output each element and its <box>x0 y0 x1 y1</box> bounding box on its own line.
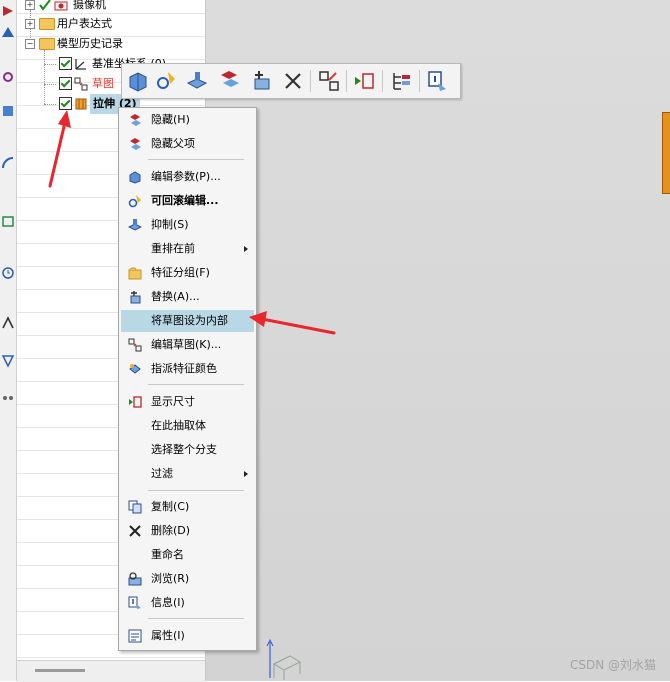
collapse-icon[interactable]: − <box>25 39 35 49</box>
tree-node-label: 模型历史记录 <box>57 37 123 50</box>
properties-icon <box>128 629 142 643</box>
menu-item-information[interactable]: 信息(I) <box>121 592 254 614</box>
edit-sketch-icon[interactable] <box>317 69 341 93</box>
extrude-body[interactable] <box>662 112 670 194</box>
delete-icon[interactable] <box>281 69 305 93</box>
replace-icon <box>130 291 141 304</box>
clock-icon[interactable] <box>1 266 15 280</box>
menu-item-show-dimensions[interactable]: 显示尺寸 <box>121 391 254 413</box>
process-studio-icon[interactable] <box>1 316 15 330</box>
toolbar-separator <box>310 70 311 92</box>
visibility-checkbox[interactable] <box>59 77 72 90</box>
assembly-navigator-icon[interactable] <box>1 4 15 18</box>
tree-node-model-history[interactable]: − 模型历史记录 <box>17 34 205 54</box>
menu-item-make-sketch-internal[interactable]: 将草图设为内部 <box>121 310 254 332</box>
toolbar-separator <box>419 70 420 92</box>
suppress-icon[interactable] <box>185 69 209 93</box>
constraint-navigator-icon[interactable] <box>1 24 15 38</box>
menu-item-select-whole-branch[interactable]: 选择整个分支 <box>121 439 254 461</box>
navigator-footer <box>17 660 205 682</box>
menu-item-feature-group[interactable]: 特征分组(F) <box>121 262 254 284</box>
show-dimensions-icon <box>129 396 142 408</box>
submenu-arrow-icon <box>244 471 248 477</box>
menu-item-edit-parameters[interactable]: 编辑参数(P)... <box>121 166 254 188</box>
menu-separator <box>148 490 244 491</box>
browse-icon <box>128 572 142 586</box>
tree-node-label: 草图 <box>92 77 114 90</box>
folder-icon <box>39 18 55 30</box>
menu-item-suppress[interactable]: 抑制(S) <box>121 214 254 236</box>
graphics-window[interactable] <box>206 0 670 681</box>
menu-item-filter[interactable]: 过滤 <box>121 463 254 485</box>
datum-csys-icon <box>75 59 86 70</box>
tree-node-user-expressions[interactable]: + 用户表达式 <box>17 14 205 34</box>
menu-separator <box>148 159 244 160</box>
menu-separator <box>148 618 244 619</box>
tree-node-label: 用户表达式 <box>57 17 112 30</box>
context-menu: 隐藏(H) 隐藏父项 编辑参数(P)... 可回滚编辑... 抑制(S) 重排在… <box>118 107 257 651</box>
edit-parameters-icon <box>129 171 141 184</box>
part-navigator-icon[interactable] <box>1 70 15 84</box>
menu-item-reorder-before[interactable]: 重排在前 <box>121 238 254 260</box>
horizontal-scrollbar[interactable] <box>35 669 85 672</box>
submenu-arrow-icon <box>244 246 248 252</box>
copy-icon <box>128 500 142 514</box>
selection-mini-toolbar <box>121 63 461 99</box>
show-dimensions-icon[interactable] <box>352 69 376 93</box>
roles-icon[interactable] <box>1 354 15 368</box>
toolbar-separator <box>346 70 347 92</box>
delete-icon <box>129 525 141 537</box>
annotation-arrow-icon <box>48 110 71 188</box>
information-icon <box>128 596 141 609</box>
annotation-arrow-icon <box>249 311 336 335</box>
camera-icon <box>54 1 68 11</box>
assign-color-icon <box>129 364 141 374</box>
menu-item-edit-sketch[interactable]: 编辑草图(K)... <box>121 334 254 356</box>
folder-open-icon <box>39 38 55 50</box>
left-resource-bar <box>0 0 17 681</box>
menu-item-hide-parents[interactable]: 隐藏父项 <box>121 133 254 155</box>
menu-item-edit-with-rollback[interactable]: 可回滚编辑... <box>121 190 254 212</box>
menu-item-assign-feature-color[interactable]: 指派特征颜色 <box>121 358 254 380</box>
system-materials-icon[interactable] <box>1 388 15 402</box>
watermark: CSDN @刘水猫 <box>569 658 656 672</box>
web-browser-icon[interactable] <box>1 156 15 170</box>
replace-icon[interactable] <box>249 69 273 93</box>
menu-item-rename[interactable]: 重命名 <box>121 544 254 566</box>
hide-icon <box>130 114 141 126</box>
tree-node-label: 摄像机 <box>73 0 106 11</box>
feature-group-icon <box>128 267 142 280</box>
hide-icon[interactable] <box>217 69 241 93</box>
menu-item-browse[interactable]: 浏览(R) <box>121 568 254 590</box>
sketch-icon <box>74 77 88 91</box>
menu-item-properties[interactable]: 属性(I) <box>121 625 254 647</box>
tree-node-camera[interactable]: + 摄像机 <box>17 0 205 15</box>
hide-parents-icon <box>130 138 141 150</box>
edit-sketch-icon <box>128 338 142 352</box>
menu-item-extract-body-here[interactable]: 在此抽取体 <box>121 415 254 437</box>
suppress-icon <box>128 219 142 231</box>
checkmark-icon <box>39 0 51 11</box>
edit-with-rollback-icon[interactable] <box>154 69 178 93</box>
toolbar-separator <box>382 70 383 92</box>
expand-icon[interactable]: + <box>25 19 35 29</box>
menu-item-hide[interactable]: 隐藏(H) <box>121 109 254 131</box>
reuse-library-icon[interactable] <box>1 104 15 118</box>
select-branch-icon[interactable] <box>389 69 413 93</box>
menu-item-replace[interactable]: 替换(A)... <box>121 286 254 308</box>
menu-separator <box>148 384 244 385</box>
view-triad-icon <box>266 638 302 680</box>
expand-icon[interactable]: + <box>25 0 35 10</box>
edit-parameters-icon[interactable] <box>126 69 150 93</box>
visibility-checkbox[interactable] <box>59 57 72 70</box>
edit-with-rollback-icon <box>128 195 141 208</box>
information-icon[interactable] <box>426 69 450 93</box>
history-icon[interactable] <box>1 214 15 228</box>
menu-item-delete[interactable]: 删除(D) <box>121 520 254 542</box>
menu-item-copy[interactable]: 复制(C) <box>121 496 254 518</box>
